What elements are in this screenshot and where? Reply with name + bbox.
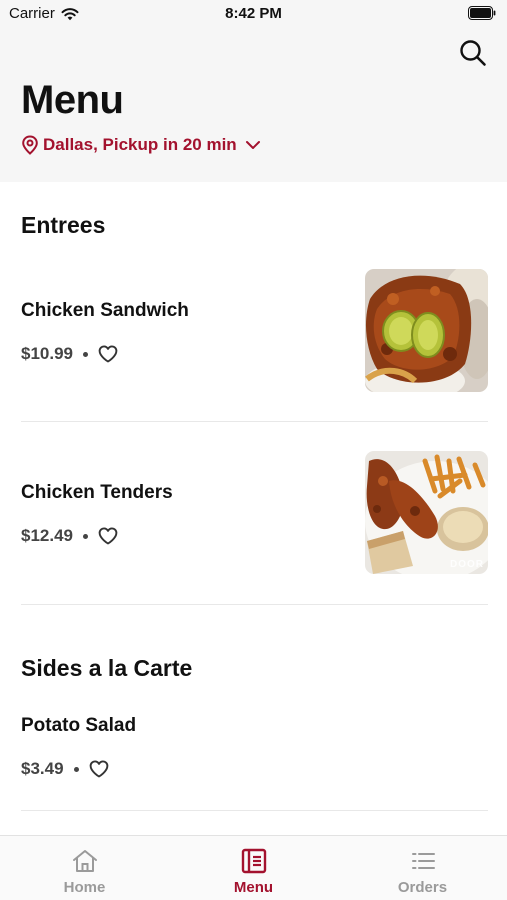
chicken-sandwich-image: [365, 269, 488, 392]
separator-dot: [73, 766, 79, 772]
tab-label: Menu: [233, 879, 274, 896]
status-time: 8:42 PM: [225, 5, 282, 22]
battery-icon: [468, 6, 496, 20]
search-button[interactable]: [456, 36, 490, 70]
item-price: $3.49: [21, 759, 64, 778]
section-title-sides: Sides a la Carte: [21, 655, 193, 681]
item-name[interactable]: Chicken Sandwich: [21, 300, 189, 322]
tab-orders[interactable]: Orders: [338, 836, 507, 900]
item-meta: $10.99: [21, 344, 118, 364]
menu-icon: [241, 848, 266, 874]
header: Carrier 8:42 PM Menu Dallas, Pickup in 2…: [0, 0, 507, 182]
heart-icon[interactable]: [98, 345, 118, 363]
location-selector[interactable]: Dallas, Pickup in 20 min: [21, 135, 261, 155]
location-label: Dallas, Pickup in 20 min: [43, 135, 237, 154]
tab-label: Home: [63, 879, 106, 896]
home-icon: [72, 850, 97, 872]
heart-icon[interactable]: [98, 527, 118, 545]
tab-menu[interactable]: Menu: [169, 836, 338, 900]
page-title: Menu: [21, 78, 124, 122]
image-watermark: DOOR: [450, 559, 484, 570]
item-photo-chicken-tenders[interactable]: DOOR: [365, 451, 488, 574]
tab-label: Orders: [397, 879, 448, 896]
status-bar: Carrier 8:42 PM: [0, 0, 507, 28]
search-icon: [460, 40, 486, 66]
divider: [21, 810, 488, 811]
item-photo-chicken-sandwich[interactable]: [365, 269, 488, 392]
tab-home[interactable]: Home: [0, 836, 169, 900]
tab-bar: Home Menu Orders: [0, 835, 507, 900]
orders-icon: [411, 853, 435, 869]
item-price: $12.49: [21, 526, 73, 545]
chevron-down-icon: [245, 141, 260, 149]
heart-icon[interactable]: [89, 760, 109, 778]
section-title-entrees: Entrees: [21, 212, 106, 238]
divider: [21, 604, 488, 605]
divider: [21, 421, 488, 422]
item-meta: $12.49: [21, 526, 118, 546]
item-price: $10.99: [21, 344, 73, 363]
location-pin-icon: [22, 135, 38, 155]
item-name[interactable]: Chicken Tenders: [21, 482, 173, 504]
separator-dot: [83, 351, 88, 357]
item-meta: $3.49: [21, 759, 109, 779]
separator-dot: [83, 533, 88, 539]
item-name[interactable]: Potato Salad: [21, 715, 136, 737]
chicken-tenders-image: [365, 451, 488, 574]
